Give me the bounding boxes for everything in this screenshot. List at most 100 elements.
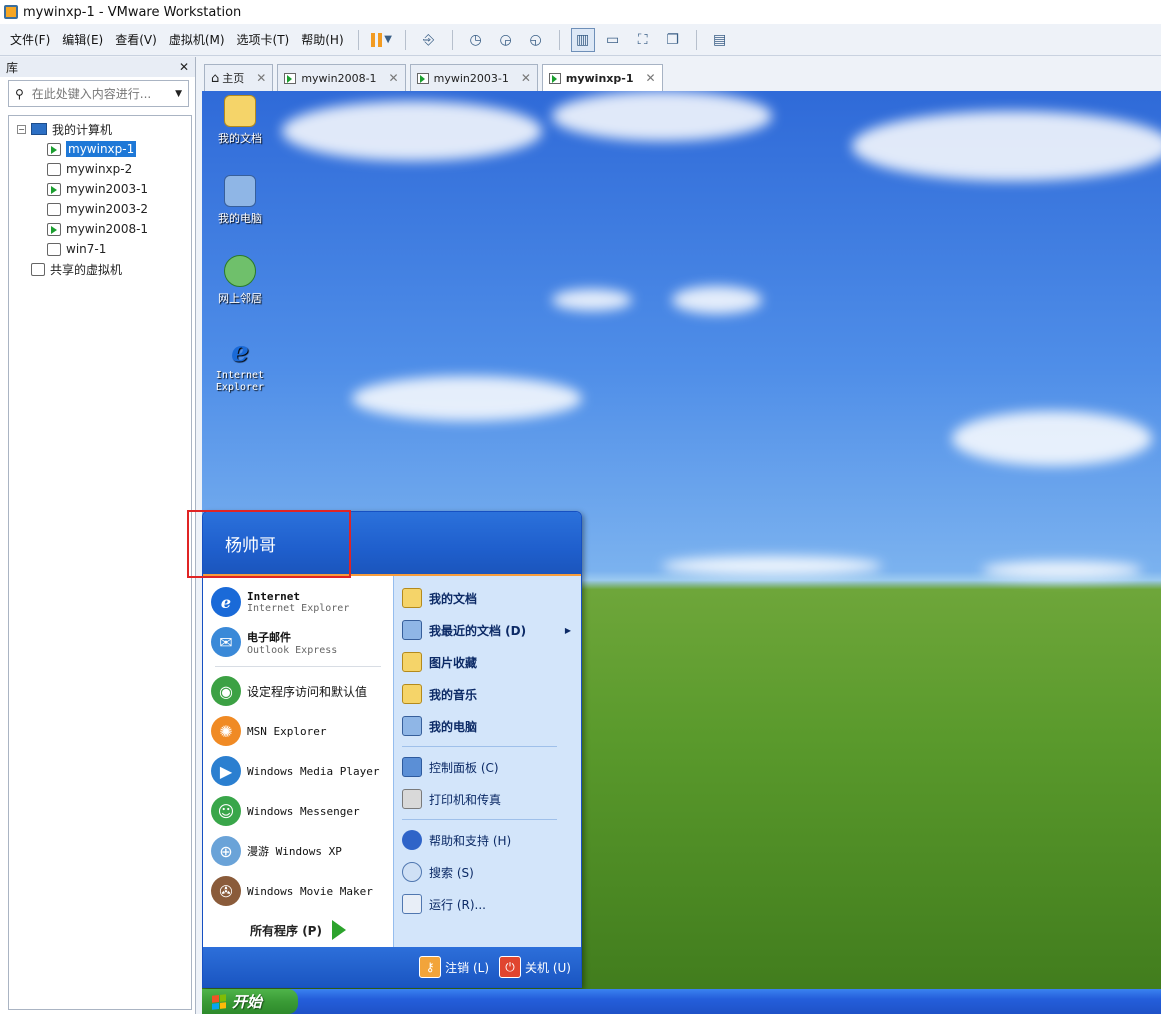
- item-label: 控制面板 (C): [429, 760, 499, 775]
- menu-file[interactable]: 文件(F): [4, 31, 56, 48]
- start-menu-footer: ⚷ 注销 (L) ⏻ 关机 (U): [203, 947, 581, 987]
- tab-label: mywinxp-1: [565, 71, 634, 85]
- computer-icon: [224, 175, 256, 207]
- home-icon: ⌂: [211, 70, 220, 86]
- menu-view[interactable]: 查看(V): [109, 31, 163, 48]
- recent-msn-explorer[interactable]: ✺ MSN Explorer: [203, 711, 393, 751]
- key-icon: ⚷: [419, 956, 442, 978]
- recent-messenger[interactable]: ☺ Windows Messenger: [203, 791, 393, 831]
- tree-item-vm[interactable]: win7-1: [9, 239, 191, 259]
- start-button[interactable]: 开始: [202, 989, 298, 1014]
- place-my-pictures[interactable]: 图片收藏: [394, 646, 581, 678]
- place-recent-documents[interactable]: 我最近的文档 (D) ▶: [394, 614, 581, 646]
- power-icon: ⏻: [499, 956, 522, 978]
- collapse-icon[interactable]: −: [17, 124, 26, 134]
- toolbar-separator: [451, 29, 453, 50]
- show-library-button[interactable]: ▥: [570, 27, 595, 52]
- pinned-internet[interactable]: e Internet Internet Explorer: [203, 582, 393, 622]
- messenger-icon: ☺: [211, 796, 241, 826]
- place-help-support[interactable]: 帮助和支持 (H): [394, 824, 581, 856]
- unity-button[interactable]: ❐: [661, 28, 685, 52]
- library-search-input[interactable]: ⚲ 在此处键入内容进行... ▼: [8, 80, 189, 107]
- music-folder-icon: [402, 684, 422, 704]
- close-icon[interactable]: ✕: [256, 71, 266, 85]
- vm-icon: [47, 202, 61, 216]
- item-label: 漫游 Windows XP: [247, 845, 342, 858]
- item-label: 我的音乐: [429, 687, 478, 702]
- highlight-box: [187, 510, 351, 578]
- pause-button[interactable]: ▼: [370, 28, 394, 52]
- library-close-button[interactable]: ✕: [179, 60, 189, 74]
- item-label: Windows Media Player: [247, 764, 380, 778]
- place-my-computer[interactable]: 我的电脑: [394, 710, 581, 742]
- tab-label: mywin2003-1: [433, 71, 509, 85]
- tree-label: mywinxp-1: [66, 141, 137, 157]
- printer-icon: [402, 789, 422, 809]
- vm-running-icon: [284, 72, 297, 84]
- tree-item-vm[interactable]: mywin2003-2: [9, 199, 191, 219]
- tour-icon: ⊕: [211, 836, 241, 866]
- close-icon[interactable]: ✕: [645, 71, 655, 85]
- recent-tour-xp[interactable]: ⊕ 漫游 Windows XP: [203, 831, 393, 871]
- vm-running-icon: [416, 72, 429, 84]
- fullscreen-icon: ⛶: [637, 31, 648, 48]
- place-my-documents[interactable]: 我的文档: [394, 582, 581, 614]
- tree-item-vm[interactable]: mywin2003-1: [9, 179, 191, 199]
- tab-mywin2003-1[interactable]: mywin2003-1 ✕: [409, 64, 538, 91]
- desktop-icon-my-computer[interactable]: 我的电脑: [210, 175, 270, 226]
- menu-vm[interactable]: 虚拟机(M): [163, 31, 231, 48]
- control-panel-icon: [402, 757, 422, 777]
- menu-help[interactable]: 帮助(H): [295, 31, 349, 48]
- shutdown-button[interactable]: ⏻ 关机 (U): [499, 956, 571, 978]
- close-icon[interactable]: ✕: [389, 71, 399, 85]
- start-menu-left-column: e Internet Internet Explorer ✉ 电子邮件 Outloo…: [203, 576, 393, 948]
- console-view-button[interactable]: ▤: [708, 28, 732, 52]
- internet-explorer-icon: e: [231, 334, 249, 368]
- library-title: 库: [6, 60, 19, 75]
- pause-icon: [371, 32, 383, 47]
- logoff-button[interactable]: ⚷ 注销 (L): [419, 956, 489, 978]
- take-snapshot-button[interactable]: ◷: [464, 28, 488, 52]
- all-programs-button[interactable]: 所有程序 (P): [203, 920, 393, 940]
- tree-item-vm[interactable]: mywinxp-1: [9, 139, 191, 159]
- pinned-email[interactable]: ✉ 电子邮件 Outlook Express: [203, 622, 393, 662]
- recent-media-player[interactable]: ▶ Windows Media Player: [203, 751, 393, 791]
- thumbnail-bar-button[interactable]: ▭: [601, 28, 625, 52]
- tree-item-vm[interactable]: mywin2008-1: [9, 219, 191, 239]
- tab-mywin2008-1[interactable]: mywin2008-1 ✕: [277, 64, 406, 91]
- full-screen-button[interactable]: ⛶: [631, 28, 655, 52]
- send-ctrl-alt-del-button[interactable]: ⎆: [417, 28, 441, 52]
- cloud: [352, 376, 582, 421]
- recent-program-access-defaults[interactable]: ◉ 设定程序访问和默认值: [203, 671, 393, 711]
- tree-item-shared-vms[interactable]: 共享的虚拟机: [9, 259, 191, 279]
- desktop-icon-my-documents[interactable]: 我的文档: [210, 95, 270, 146]
- menu-separator: [402, 819, 557, 820]
- item-label: Windows Movie Maker: [247, 884, 373, 898]
- tab-mywinxp-1[interactable]: mywinxp-1 ✕: [541, 64, 663, 91]
- place-search[interactable]: 搜索 (S): [394, 856, 581, 888]
- tree-item-vm[interactable]: mywinxp-2: [9, 159, 191, 179]
- desktop-icon-network-places[interactable]: 网上邻居: [210, 255, 270, 306]
- network-icon: [224, 255, 256, 287]
- desktop-icon-internet-explorer[interactable]: e Internet Explorer: [210, 335, 270, 394]
- internet-explorer-icon: e: [211, 587, 241, 617]
- recent-movie-maker[interactable]: ✇ Windows Movie Maker: [203, 871, 393, 911]
- menu-tabs[interactable]: 选项卡(T): [231, 31, 296, 48]
- chevron-down-icon[interactable]: ▼: [175, 89, 182, 99]
- tree-item-my-computer[interactable]: − 我的计算机: [9, 119, 191, 139]
- place-printers-faxes[interactable]: 打印机和传真: [394, 783, 581, 815]
- snapshot-manager-button[interactable]: ◵: [524, 28, 548, 52]
- tab-home[interactable]: ⌂ 主页 ✕: [204, 64, 274, 91]
- place-my-music[interactable]: 我的音乐: [394, 678, 581, 710]
- help-icon: [402, 830, 422, 850]
- close-icon[interactable]: ✕: [521, 71, 531, 85]
- cloud: [852, 111, 1161, 181]
- revert-snapshot-button[interactable]: ◶: [494, 28, 518, 52]
- email-icon: ✉: [211, 627, 241, 657]
- item-label: 搜索 (S): [429, 865, 474, 880]
- network-keys-icon: ⎆: [423, 31, 435, 48]
- menu-edit[interactable]: 编辑(E): [56, 31, 109, 48]
- place-run[interactable]: 运行 (R)...: [394, 888, 581, 920]
- place-control-panel[interactable]: 控制面板 (C): [394, 751, 581, 783]
- submenu-arrow-icon: ▶: [564, 625, 571, 635]
